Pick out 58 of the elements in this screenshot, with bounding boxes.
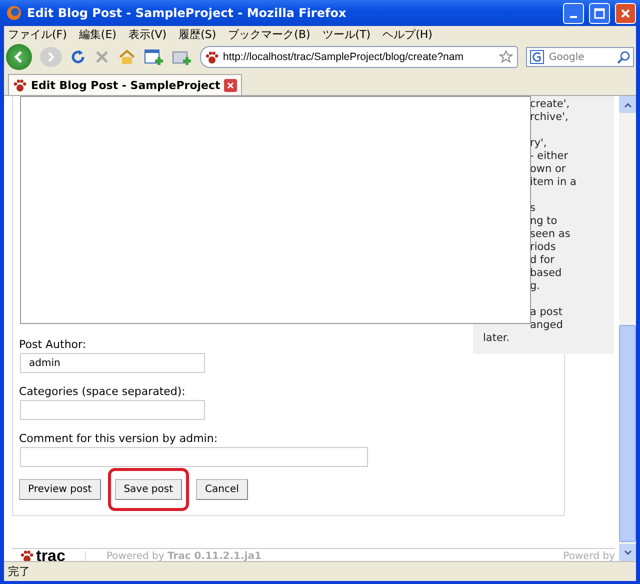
scroll-down-icon[interactable] bbox=[619, 544, 636, 561]
reload-icon[interactable] bbox=[70, 49, 86, 65]
help-text: rchive', bbox=[530, 111, 568, 123]
help-text: ng to bbox=[530, 215, 558, 227]
help-text: create', bbox=[530, 98, 570, 110]
window-title: Edit Blog Post - SampleProject - Mozilla Firefox bbox=[27, 6, 348, 20]
maximize-icon bbox=[594, 8, 605, 18]
menu-item[interactable]: ブックマーク(B) bbox=[228, 26, 310, 42]
field-label: Categories (space separated): bbox=[19, 385, 186, 398]
help-text: a post bbox=[530, 306, 562, 318]
close-button[interactable] bbox=[615, 2, 636, 24]
menu-item[interactable]: 履歴(S) bbox=[178, 26, 216, 42]
menu-item[interactable]: ヘルプ(H) bbox=[382, 26, 432, 42]
form-button[interactable]: Preview post bbox=[19, 479, 101, 500]
help-text: seen as bbox=[530, 228, 570, 240]
minimize-icon bbox=[570, 16, 577, 18]
field-label: Post Author: bbox=[19, 338, 88, 351]
search-icon[interactable] bbox=[617, 50, 630, 64]
scroll-up-icon[interactable] bbox=[619, 96, 636, 113]
input-field[interactable] bbox=[20, 447, 368, 467]
help-text: ry', bbox=[530, 137, 547, 149]
search-field[interactable]: Google bbox=[526, 47, 634, 67]
trac-logo: trac bbox=[20, 549, 66, 561]
menu-item[interactable]: 編集(E) bbox=[78, 26, 116, 42]
help-text: riods bbox=[530, 241, 556, 253]
help-text: based bbox=[530, 267, 562, 279]
help-text: anged bbox=[530, 319, 563, 331]
status-text: 完了 bbox=[8, 564, 30, 579]
menu-item[interactable]: 表示(V) bbox=[128, 26, 167, 42]
powered-by-text: Powerd by bbox=[563, 551, 615, 561]
help-text: later. bbox=[483, 332, 510, 344]
menu-item[interactable]: ツール(T) bbox=[322, 26, 371, 42]
help-text: item in a bbox=[530, 176, 576, 188]
field-label: Comment for this version by admin: bbox=[19, 432, 219, 445]
scroll-thumb[interactable] bbox=[619, 325, 636, 542]
help-text: own or bbox=[530, 163, 566, 175]
paw-icon bbox=[20, 550, 34, 561]
tab-site-icon bbox=[13, 78, 27, 92]
minimize-button[interactable] bbox=[563, 2, 584, 24]
input-field[interactable] bbox=[20, 400, 205, 420]
form-button[interactable]: Save post bbox=[114, 479, 182, 500]
search-engine-icon[interactable] bbox=[530, 50, 544, 64]
scrollbar[interactable] bbox=[619, 96, 636, 561]
close-tab-icon[interactable] bbox=[224, 78, 238, 92]
browser-tab[interactable]: Edit Blog Post - SampleProject bbox=[8, 74, 242, 95]
menu-item[interactable]: ファイル(F) bbox=[8, 26, 67, 42]
back-button[interactable] bbox=[6, 44, 32, 70]
address-bar[interactable]: http://localhost/trac/SampleProject/blog/create?nam bbox=[200, 46, 518, 68]
firefox-icon bbox=[6, 5, 22, 21]
site-icon bbox=[205, 50, 219, 64]
maximize-button[interactable] bbox=[589, 2, 610, 24]
star-icon[interactable] bbox=[499, 50, 513, 64]
close-icon bbox=[620, 8, 631, 18]
new-window-icon[interactable] bbox=[144, 48, 164, 66]
form-button[interactable]: Cancel bbox=[196, 479, 248, 500]
home-icon[interactable] bbox=[118, 49, 136, 65]
input-field[interactable]: admin bbox=[20, 353, 205, 373]
powered-by-text: Powered by Trac 0.11.2.1.ja1 bbox=[85, 551, 544, 561]
